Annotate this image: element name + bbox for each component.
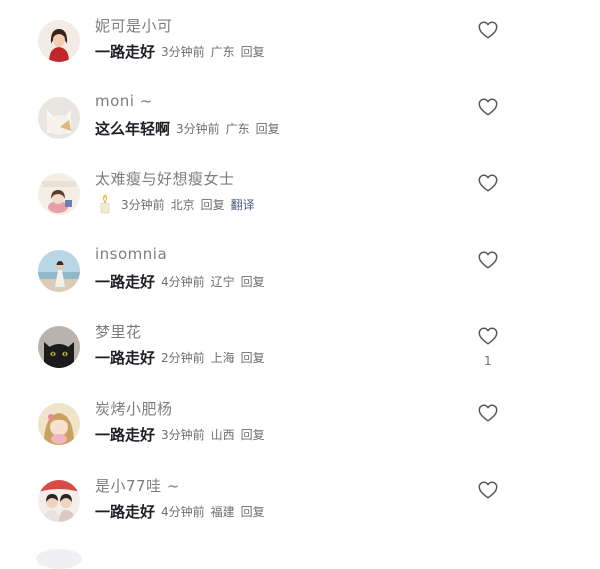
comment-text: 这么年轻啊 bbox=[95, 119, 171, 138]
comment-body: 一路走好 3分钟前 广东 回复 bbox=[95, 41, 271, 61]
comment-item: 妮可是小可 一路走好 3分钟前 广东 回复 bbox=[0, 17, 600, 96]
comment-time: 3分钟前 bbox=[121, 197, 165, 212]
reply-button[interactable]: 回复 bbox=[241, 43, 265, 60]
comment-item: 梦里花 一路走好 2分钟前 上海 回复 1 bbox=[0, 323, 600, 402]
heart-icon[interactable] bbox=[477, 479, 499, 501]
like-count: 1 bbox=[484, 354, 492, 368]
avatar-black-cat-icon[interactable] bbox=[38, 326, 80, 368]
comment-text: 一路走好 bbox=[95, 42, 156, 61]
reply-button[interactable]: 回复 bbox=[241, 273, 265, 290]
avatar-cat-icon[interactable] bbox=[38, 97, 80, 139]
reply-button[interactable]: 回复 bbox=[201, 196, 225, 213]
comment-time: 4分钟前 bbox=[161, 504, 205, 519]
reply-button[interactable]: 回复 bbox=[241, 426, 265, 443]
comment-body: 一路走好 3分钟前 山西 回复 bbox=[95, 424, 271, 444]
avatar-couple-icon[interactable] bbox=[38, 480, 80, 522]
heart-icon[interactable] bbox=[477, 249, 499, 271]
comment-location: 北京 bbox=[170, 197, 195, 212]
comment-body: 一路走好 4分钟前 辽宁 回复 bbox=[95, 271, 271, 291]
candle-icon bbox=[100, 194, 110, 214]
reply-button[interactable]: 回复 bbox=[241, 349, 265, 366]
comment-item: 是小77哇 ~ 一路走好 4分钟前 福建 回复 bbox=[0, 477, 600, 556]
comment-text: 一路走好 bbox=[95, 425, 156, 444]
comment-item: insomnia 一路走好 4分钟前 辽宁 回复 bbox=[0, 245, 600, 326]
heart-icon[interactable] bbox=[477, 96, 499, 118]
translate-button[interactable]: 翻译 bbox=[231, 196, 255, 213]
comment-location: 福建 bbox=[210, 504, 235, 519]
avatar-anime-girl-icon[interactable] bbox=[38, 403, 80, 445]
comment-body: 3分钟前 北京 回复 翻译 bbox=[95, 194, 255, 214]
comment-body: 一路走好 4分钟前 福建 回复 bbox=[95, 501, 271, 521]
comment-body: 一路走好 2分钟前 上海 回复 bbox=[95, 347, 271, 367]
comment-time: 3分钟前 bbox=[161, 427, 205, 442]
heart-icon[interactable] bbox=[477, 19, 499, 41]
comment-username[interactable]: 梦里花 bbox=[95, 321, 142, 342]
comment-text: 一路走好 bbox=[95, 348, 156, 367]
comment-item: moni ~ 这么年轻啊 3分钟前 广东 回复 bbox=[0, 92, 600, 173]
comment-location: 广东 bbox=[225, 121, 250, 136]
comment-username[interactable]: moni ~ bbox=[95, 92, 153, 110]
comment-time: 3分钟前 bbox=[161, 44, 205, 59]
comment-text: 一路走好 bbox=[95, 502, 156, 521]
reply-button[interactable]: 回复 bbox=[241, 503, 265, 520]
comment-username[interactable]: 妮可是小可 bbox=[95, 15, 173, 36]
comment-username[interactable]: insomnia bbox=[95, 245, 167, 263]
comment-location: 山西 bbox=[210, 427, 235, 442]
avatar-beach-girl-icon[interactable] bbox=[38, 250, 80, 292]
heart-icon[interactable] bbox=[477, 325, 499, 347]
avatar-woman-red-icon[interactable] bbox=[38, 20, 80, 62]
comment-location: 辽宁 bbox=[210, 274, 235, 289]
comment-location: 上海 bbox=[210, 350, 235, 365]
avatar-cartoon-girl-icon[interactable] bbox=[38, 173, 80, 215]
comment-username[interactable]: 炭烤小肥杨 bbox=[95, 398, 173, 419]
comment-location: 广东 bbox=[210, 44, 235, 59]
comment-username[interactable]: 是小77哇 ~ bbox=[95, 475, 180, 496]
heart-icon[interactable] bbox=[477, 402, 499, 424]
comment-item: 炭烤小肥杨 一路走好 3分钟前 山西 回复 bbox=[0, 400, 600, 479]
comment-time: 2分钟前 bbox=[161, 350, 205, 365]
avatar-partial bbox=[36, 549, 82, 569]
comment-item: 太难瘦与好想瘦女士 3分钟前 北京 回复 翻译 bbox=[0, 170, 600, 249]
comment-text: 一路走好 bbox=[95, 272, 156, 291]
heart-icon[interactable] bbox=[477, 172, 499, 194]
reply-button[interactable]: 回复 bbox=[256, 120, 280, 137]
comment-time: 3分钟前 bbox=[176, 121, 220, 136]
comment-time: 4分钟前 bbox=[161, 274, 205, 289]
comment-body: 这么年轻啊 3分钟前 广东 回复 bbox=[95, 118, 286, 138]
comment-username[interactable]: 太难瘦与好想瘦女士 bbox=[95, 168, 235, 189]
